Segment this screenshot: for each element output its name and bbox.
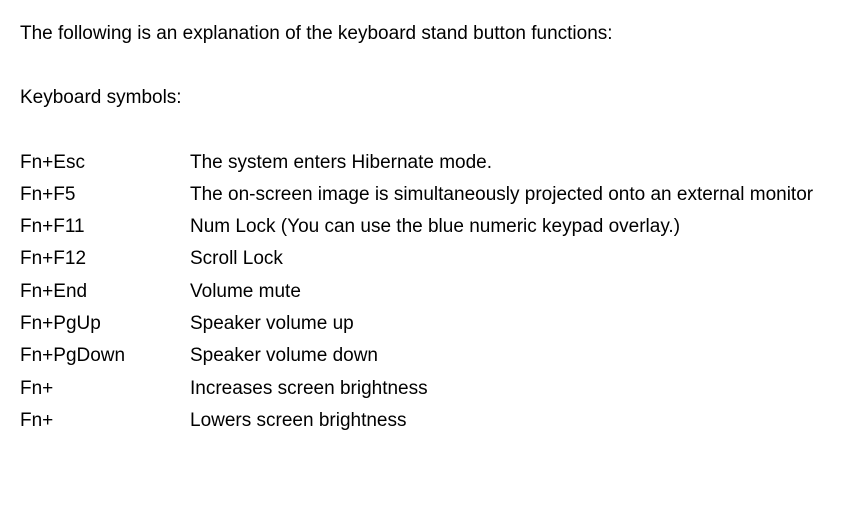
table-row: Fn+F12 Scroll Lock [20, 243, 813, 275]
shortcut-desc: Num Lock (You can use the blue numeric k… [190, 211, 813, 243]
shortcut-desc: The system enters Hibernate mode. [190, 147, 813, 179]
shortcut-desc: Scroll Lock [190, 243, 813, 275]
table-row: Fn+End Volume mute [20, 276, 813, 308]
table-row: Fn+Esc The system enters Hibernate mode. [20, 147, 813, 179]
shortcut-key: Fn+F11 [20, 211, 190, 243]
table-row: Fn+ Lowers screen brightness [20, 405, 813, 437]
shortcut-key: Fn+End [20, 276, 190, 308]
shortcut-key: Fn+PgUp [20, 308, 190, 340]
shortcut-key: Fn+PgDown [20, 340, 190, 372]
shortcut-desc: Speaker volume up [190, 308, 813, 340]
shortcut-key: Fn+F12 [20, 243, 190, 275]
table-row: Fn+F5 The on-screen image is simultaneou… [20, 179, 813, 211]
shortcut-desc: Lowers screen brightness [190, 405, 813, 437]
shortcut-desc: Increases screen brightness [190, 373, 813, 405]
table-row: Fn+F11 Num Lock (You can use the blue nu… [20, 211, 813, 243]
subtitle-text: Keyboard symbols: [20, 82, 823, 114]
table-row: Fn+PgUp Speaker volume up [20, 308, 813, 340]
shortcut-key: Fn+ [20, 405, 190, 437]
shortcut-key: Fn+F5 [20, 179, 190, 211]
shortcut-desc: Volume mute [190, 276, 813, 308]
table-row: Fn+PgDown Speaker volume down [20, 340, 813, 372]
intro-text: The following is an explanation of the k… [20, 18, 823, 50]
shortcut-table: Fn+Esc The system enters Hibernate mode.… [20, 147, 813, 438]
shortcut-key: Fn+Esc [20, 147, 190, 179]
shortcut-desc: Speaker volume down [190, 340, 813, 372]
table-row: Fn+ Increases screen brightness [20, 373, 813, 405]
shortcut-key: Fn+ [20, 373, 190, 405]
shortcut-desc: The on-screen image is simultaneously pr… [190, 179, 813, 211]
